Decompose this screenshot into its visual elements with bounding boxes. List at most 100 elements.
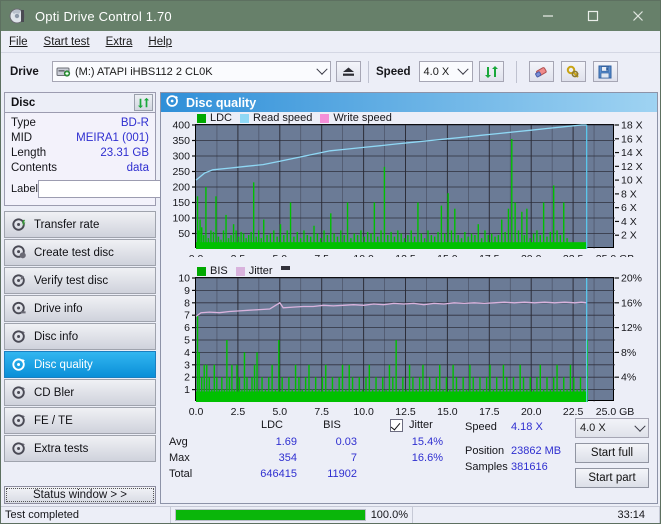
disc-section-header: Disc xyxy=(4,92,156,113)
menu-extra-label: Extra xyxy=(105,35,133,48)
refresh-button[interactable] xyxy=(478,61,504,82)
x-tick-label: 10.0 xyxy=(353,406,374,415)
stats-max-bis: 7 xyxy=(350,452,357,464)
x-tick-label: 15.0 xyxy=(437,253,458,257)
disc-length-key: Length xyxy=(11,147,47,159)
disc-contents-key: Contents xyxy=(11,162,58,174)
menu-start-test-label: Start test xyxy=(43,35,90,48)
stats-total-ldc: 646415 xyxy=(260,468,297,480)
x-tick-label: 17.5 xyxy=(479,253,500,257)
x-tick-label: 7.5 xyxy=(314,253,329,257)
save-button[interactable] xyxy=(592,61,618,82)
menu-item-extra[interactable]: Extra xyxy=(106,36,133,48)
stats-max-ldc: 354 xyxy=(278,452,297,464)
samples-stat-value: 381616 xyxy=(511,461,548,473)
stats-panel: LDC BIS Jitter Avg 1.69 0.03 15.4% Max 3… xyxy=(161,415,657,503)
drive-select-value: (M:) ATAPI iHBS112 2 CL0K xyxy=(75,65,213,78)
position-stat-label: Position xyxy=(465,445,505,457)
stats-max-jitter: 16.6% xyxy=(411,452,443,464)
start-full-button[interactable]: Start full xyxy=(575,443,649,463)
y2-tick-label: 20% xyxy=(621,273,642,285)
speed-select[interactable]: 4.0 X xyxy=(418,61,473,82)
disc-quality-icon xyxy=(12,357,27,372)
y-tick-label: 9 xyxy=(184,285,190,297)
y-tick-label: 3 xyxy=(184,359,190,371)
sidebar-item-disc-info[interactable]: Disc info xyxy=(4,323,156,350)
eject-button[interactable] xyxy=(336,61,361,82)
y-tick-label: 300 xyxy=(172,151,190,163)
y-tick-label: 2 xyxy=(184,372,190,384)
menu-help-label: Help xyxy=(148,35,173,48)
drive-select[interactable]: (M:) ATAPI iHBS112 2 CL0K xyxy=(52,61,331,82)
close-button[interactable] xyxy=(615,1,660,31)
right-panel: Disc quality LDC Read speed Write speed 50… xyxy=(160,92,658,504)
status-bar: Test completed 100.0% 33:14 xyxy=(1,506,660,523)
sidebar-item-transfer-rate[interactable]: Transfer rate xyxy=(4,211,156,238)
panel-header: Disc quality xyxy=(161,93,657,112)
menu-item-file[interactable]: File xyxy=(9,36,28,48)
main-toolbar: Drive (M:) ATAPI iHBS112 2 CL0K Speed 4.… xyxy=(1,54,660,89)
y-tick-label: 350 xyxy=(172,135,190,147)
sidebar-label-cd-bler: CD Bler xyxy=(34,386,75,399)
status-message: Test completed xyxy=(1,506,171,523)
keys-button[interactable] xyxy=(560,61,586,82)
disc-contents-value: data xyxy=(126,162,149,174)
disc-quality-icon xyxy=(166,94,180,111)
sidebar-item-cd-bler[interactable]: CD Bler xyxy=(4,379,156,406)
elapsed-time: 33:14 xyxy=(413,506,660,523)
x-tick-label: 5.0 xyxy=(272,406,287,415)
bis-chart: BIS Jitter 1 2 3 4 5 6 7 8 9 10 4% 8% 12% 16% 20% 0.0 2.5… xyxy=(161,265,657,415)
sidebar-item-disc-quality[interactable]: Disc quality xyxy=(4,351,156,378)
status-window-button[interactable]: Status window > > xyxy=(4,486,156,504)
x-tick-label: 15.0 xyxy=(437,406,458,415)
x-tick-label: 2.5 xyxy=(231,406,246,415)
menu-item-start-test[interactable]: Start test xyxy=(44,36,90,48)
progress-bar xyxy=(175,509,366,521)
y-tick-label: 7 xyxy=(184,310,190,322)
erase-button[interactable] xyxy=(528,61,554,82)
y2-tick-label: 2 X xyxy=(621,230,637,242)
sidebar-label-drive-info: Drive info xyxy=(34,302,83,315)
disc-mid-value: MEIRA1 (001) xyxy=(76,132,149,144)
jitter-checkbox[interactable] xyxy=(390,419,403,432)
maximize-button[interactable] xyxy=(570,1,615,31)
menu-item-help[interactable]: Help xyxy=(148,36,172,48)
sidebar-item-verify-test-disc[interactable]: Verify test disc xyxy=(4,267,156,294)
disc-type-value: BD-R xyxy=(120,117,149,129)
y-tick-label: 1 xyxy=(184,384,190,396)
chevron-down-icon xyxy=(631,419,648,438)
start-part-button[interactable]: Start part xyxy=(575,468,649,488)
disc-row-contents: Contents data xyxy=(11,161,149,176)
stats-col-ldc: LDC xyxy=(260,419,283,431)
x-tick-label: 25.0 GB xyxy=(596,253,635,257)
sidebar-item-fe-te[interactable]: FE / TE xyxy=(4,407,156,434)
disc-refresh-button[interactable] xyxy=(134,94,153,111)
y-tick-label: 5 xyxy=(184,335,190,347)
stats-row-max-label: Max xyxy=(169,452,190,464)
samples-stat-label: Samples xyxy=(465,461,508,473)
y-tick-label: 50 xyxy=(178,228,190,240)
y-tick-label: 200 xyxy=(172,182,190,194)
sidebar-item-extra-tests[interactable]: Extra tests xyxy=(4,435,156,462)
disc-bler-icon xyxy=(12,385,27,400)
y-tick-label: 250 xyxy=(172,166,190,178)
disc-drive-icon xyxy=(12,301,27,316)
y2-tick-label: 8% xyxy=(621,347,636,359)
x-tick-label: 2.5 xyxy=(231,253,246,257)
disc-length-value: 23.31 GB xyxy=(100,147,149,159)
y-tick-label: 100 xyxy=(172,213,190,225)
sidebar-item-create-test-disc[interactable]: Create test disc xyxy=(4,239,156,266)
disc-transfer-icon xyxy=(12,217,27,232)
sidebar-label-extra-tests: Extra tests xyxy=(34,442,89,455)
y2-tick-label: 18 X xyxy=(621,120,643,132)
sidebar-label-create-test-disc: Create test disc xyxy=(34,246,114,259)
sidebar-label-fe-te: FE / TE xyxy=(34,414,73,427)
test-speed-select[interactable]: 4.0 X xyxy=(575,418,649,438)
minimize-button[interactable] xyxy=(525,1,570,31)
nav-list: Transfer rate Create test disc Verify te… xyxy=(4,211,156,462)
sidebar-item-drive-info[interactable]: Drive info xyxy=(4,295,156,322)
progress-text: 100.0% xyxy=(370,509,408,521)
disc-label-row: Label xyxy=(11,179,241,199)
x-tick-label: 12.5 xyxy=(395,253,416,257)
disc-verify-icon xyxy=(12,273,27,288)
